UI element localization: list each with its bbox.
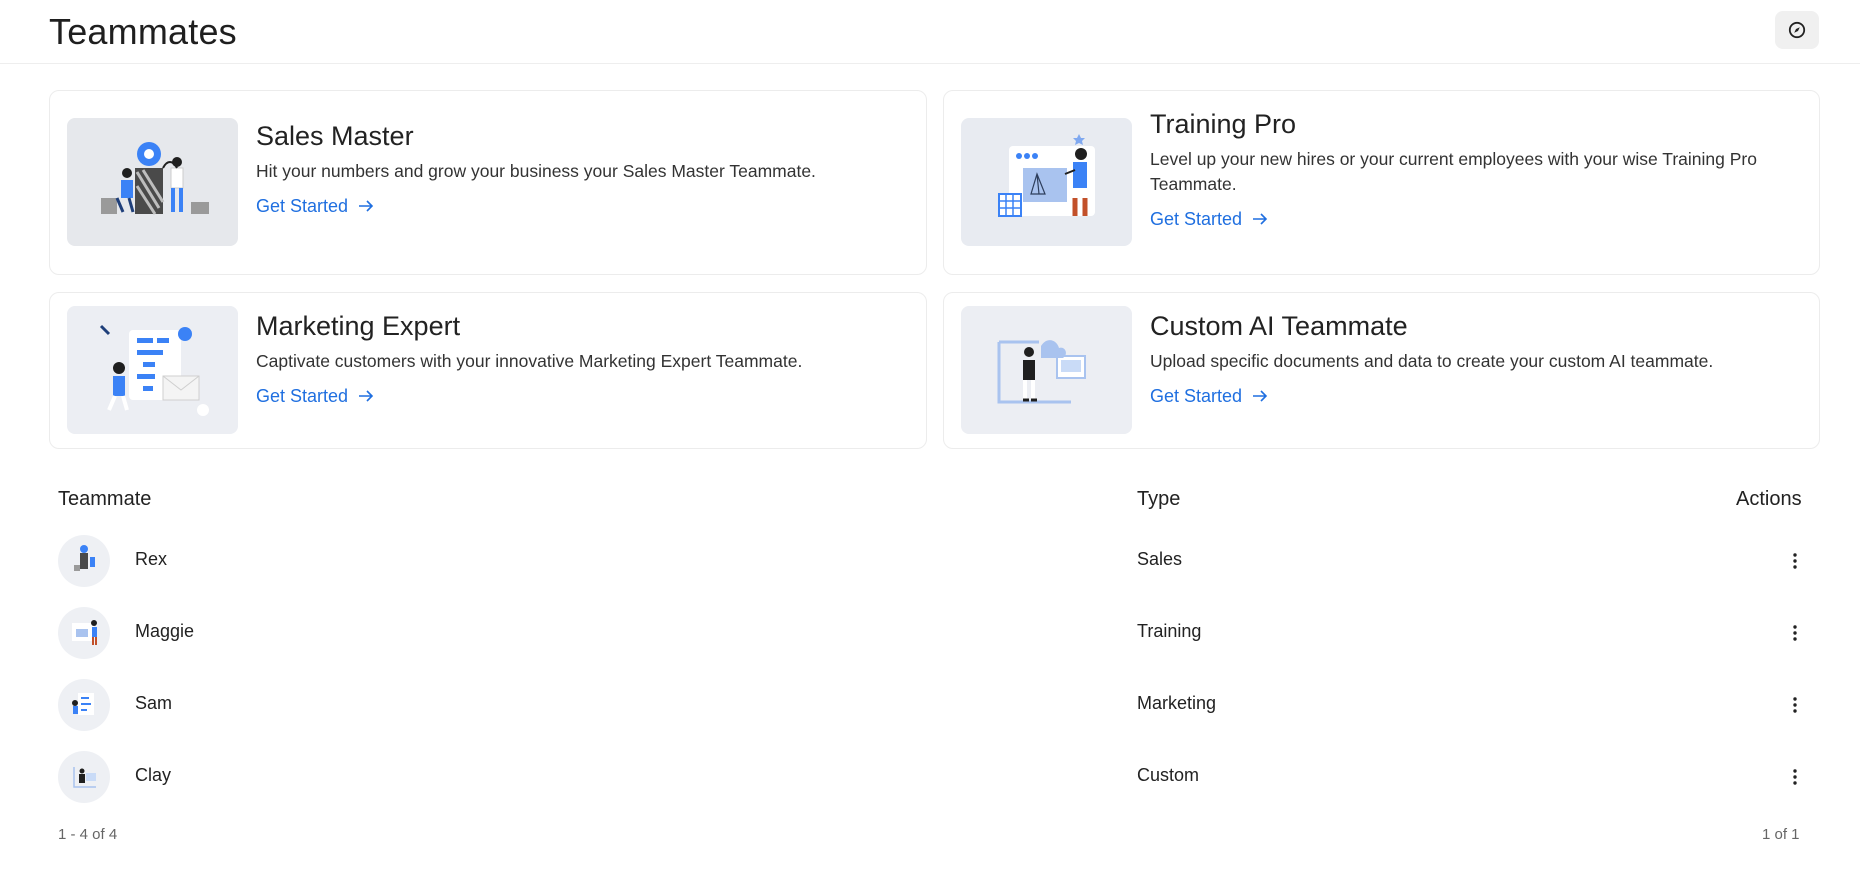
column-header-type: Type — [1137, 488, 1181, 510]
teammate-card-sales-master: Sales Master Hit your numbers and grow y… — [49, 90, 927, 275]
table-row[interactable]: Rex Sales — [49, 526, 1819, 598]
row-actions-button[interactable] — [1783, 544, 1807, 578]
teammate-name: Clay — [135, 765, 172, 785]
get-started-link[interactable]: Get Started — [1150, 207, 1268, 231]
get-started-label: Get Started — [256, 386, 349, 406]
card-description: Level up your new hires or your current … — [1150, 149, 1757, 194]
avatar — [58, 679, 110, 731]
training-pro-illustration — [961, 118, 1132, 246]
more-vertical-icon — [1793, 625, 1797, 641]
teammate-type: Training — [1137, 621, 1202, 641]
teammate-type: Custom — [1137, 765, 1200, 785]
card-description: Upload specific documents and data to cr… — [1150, 351, 1714, 371]
explore-button[interactable] — [1775, 11, 1819, 49]
marketing-expert-illustration — [67, 306, 238, 434]
page-title: Teammates — [49, 11, 237, 52]
teammate-name: Sam — [135, 693, 173, 713]
sales-master-illustration — [67, 118, 238, 246]
card-title: Marketing Expert — [256, 311, 461, 341]
teammate-type: Marketing — [1137, 693, 1217, 713]
pagination-range: 1 - 4 of 4 — [58, 826, 118, 843]
teammate-card-training-pro: Training Pro Level up your new hires or … — [943, 90, 1820, 275]
table-row[interactable]: Sam Marketing — [49, 670, 1819, 742]
get-started-link[interactable]: Get Started — [1150, 384, 1268, 408]
avatar — [58, 751, 110, 803]
get-started-label: Get Started — [1150, 386, 1243, 406]
card-title: Custom AI Teammate — [1150, 311, 1408, 341]
table-row[interactable]: Maggie Training — [49, 598, 1819, 670]
get-started-link[interactable]: Get Started — [256, 194, 374, 218]
more-vertical-icon — [1793, 769, 1797, 785]
card-title: Training Pro — [1150, 109, 1297, 139]
row-actions-button[interactable] — [1783, 616, 1807, 650]
more-vertical-icon — [1793, 697, 1797, 713]
custom-ai-illustration — [961, 306, 1132, 434]
avatar — [58, 607, 110, 659]
column-header-teammate: Teammate — [58, 488, 152, 510]
get-started-link[interactable]: Get Started — [256, 384, 374, 408]
card-description: Captivate customers with your innovative… — [256, 351, 803, 371]
arrow-right-icon — [359, 200, 374, 212]
more-vertical-icon — [1793, 553, 1797, 569]
get-started-label: Get Started — [1150, 209, 1243, 229]
avatar — [58, 535, 110, 587]
teammate-type: Sales — [1137, 549, 1183, 569]
card-description: Hit your numbers and grow your business … — [256, 161, 816, 181]
teammate-name: Rex — [135, 549, 168, 569]
get-started-label: Get Started — [256, 196, 349, 216]
teammate-card-marketing-expert: Marketing Expert Captivate customers wit… — [49, 292, 927, 449]
teammate-card-custom-ai: Custom AI Teammate Upload specific docum… — [943, 292, 1820, 449]
row-actions-button[interactable] — [1783, 760, 1807, 794]
teammate-name: Maggie — [135, 621, 195, 641]
arrow-right-icon — [1253, 213, 1268, 225]
arrow-right-icon — [1253, 390, 1268, 402]
card-title: Sales Master — [256, 121, 414, 151]
pagination-page: 1 of 1 — [1762, 826, 1800, 843]
arrow-right-icon — [359, 390, 374, 402]
top-bar: Teammates — [0, 0, 1860, 64]
row-actions-button[interactable] — [1783, 688, 1807, 722]
table-row[interactable]: Clay Custom — [49, 742, 1819, 814]
column-header-actions: Actions — [1736, 488, 1802, 510]
compass-icon — [1788, 21, 1806, 39]
